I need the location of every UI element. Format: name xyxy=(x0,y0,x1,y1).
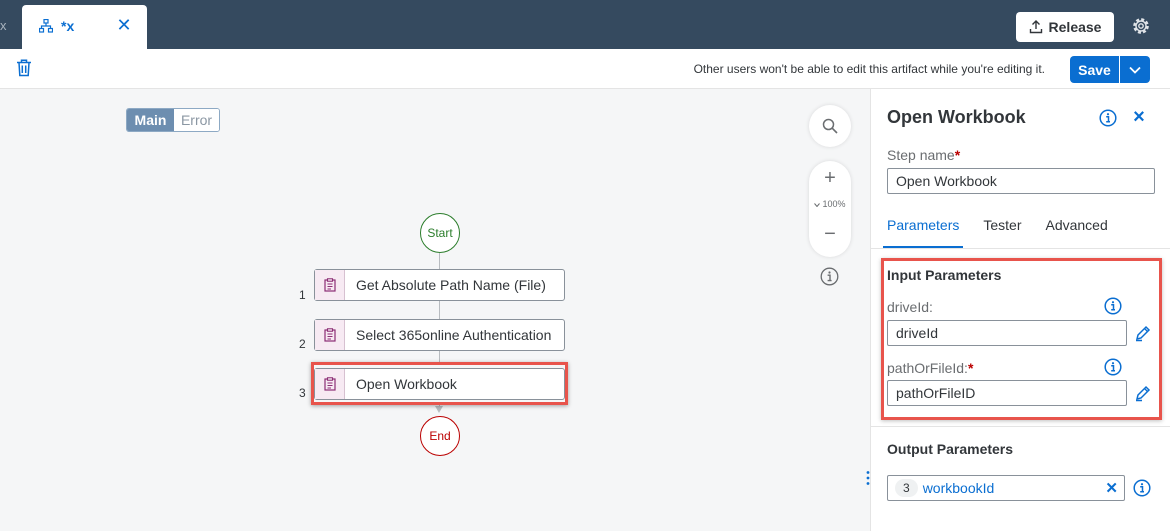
tab-active[interactable]: *x ✕ xyxy=(22,5,147,49)
step-name-label: Step name* xyxy=(887,147,961,163)
step-number: 3 xyxy=(299,386,306,400)
trash-icon[interactable] xyxy=(16,59,32,77)
step-badge: 3 xyxy=(895,479,918,497)
flow-arrow xyxy=(435,406,443,413)
edit-mapping-icon[interactable] xyxy=(1134,324,1152,342)
info-icon[interactable] xyxy=(1133,479,1151,497)
step-name-input[interactable] xyxy=(887,168,1155,194)
release-button[interactable]: Release xyxy=(1016,12,1114,42)
release-label: Release xyxy=(1048,19,1102,35)
tab-parameters[interactable]: Parameters xyxy=(882,217,964,249)
edit-mapping-icon[interactable] xyxy=(1134,384,1152,402)
remove-icon[interactable]: ✕ xyxy=(1105,479,1118,497)
tab-title: *x xyxy=(61,18,75,34)
info-icon[interactable] xyxy=(820,267,839,286)
end-node[interactable]: End xyxy=(420,416,460,456)
tab-tester[interactable]: Tester xyxy=(983,217,1021,249)
output-variable-link[interactable]: workbookId xyxy=(923,480,995,496)
flow-connector xyxy=(439,351,440,365)
zoom-control: + 100% − xyxy=(809,161,851,257)
save-button[interactable]: Save xyxy=(1070,56,1119,83)
close-icon[interactable]: ✕ xyxy=(115,16,133,34)
view-switch: Main Error xyxy=(126,108,220,132)
section-divider xyxy=(871,426,1170,427)
editor-toolbar: Other users won't be able to edit this a… xyxy=(0,49,1170,89)
flow-canvas[interactable]: Main Error + 100% − Start 1 Get Absolute… xyxy=(0,89,868,531)
step-label: Get Absolute Path Name (File) xyxy=(356,277,546,293)
input-parameters-title: Input Parameters xyxy=(887,267,1002,283)
start-node[interactable]: Start xyxy=(420,213,460,253)
info-icon[interactable] xyxy=(1104,358,1122,376)
close-icon[interactable]: × xyxy=(1130,107,1148,127)
flow-step-3[interactable]: Open Workbook xyxy=(314,368,565,400)
zoom-out-button[interactable]: − xyxy=(809,221,851,247)
drive-id-input[interactable] xyxy=(887,320,1127,346)
tabs-divider xyxy=(871,248,1170,249)
output-parameters-title: Output Parameters xyxy=(887,441,1014,457)
lock-message: Other users won't be able to edit this a… xyxy=(693,62,1045,76)
zoom-level-value: 100% xyxy=(822,199,846,209)
step-label: Select 365online Authentication xyxy=(356,327,552,343)
hierarchy-icon xyxy=(39,19,53,33)
view-tab-error[interactable]: Error xyxy=(174,109,219,131)
zoom-in-button[interactable]: + xyxy=(809,165,851,191)
step-properties-panel: Open Workbook × Step name* Parameters Te… xyxy=(870,89,1170,531)
param-label: driveId: xyxy=(887,299,933,315)
panel-tabs: Parameters Tester Advanced xyxy=(882,217,1132,249)
activity-icon xyxy=(315,320,345,350)
input-parameters-highlight: Input Parameters driveId: pathOrFileId:* xyxy=(881,258,1162,420)
path-or-file-id-input[interactable] xyxy=(887,380,1127,406)
flow-connector xyxy=(439,301,440,319)
shell-bar: x *x ✕ Release xyxy=(0,0,1170,49)
search-icon xyxy=(822,118,838,134)
step-label: Open Workbook xyxy=(356,376,457,392)
save-options-button[interactable] xyxy=(1120,56,1150,83)
canvas-search-button[interactable] xyxy=(809,105,851,147)
previous-tab-edge[interactable]: x xyxy=(0,18,7,33)
chevron-down-icon xyxy=(814,202,821,207)
output-token-field[interactable]: 3 workbookId ✕ xyxy=(887,475,1125,501)
flow-step-2[interactable]: Select 365online Authentication xyxy=(314,319,565,351)
flow-step-1[interactable]: Get Absolute Path Name (File) xyxy=(314,269,565,301)
step-number: 2 xyxy=(299,337,306,351)
zoom-level[interactable]: 100% xyxy=(809,199,851,209)
param-label: pathOrFileId:* xyxy=(887,360,974,376)
upload-icon xyxy=(1029,20,1042,34)
chevron-down-icon xyxy=(1129,66,1141,74)
tab-advanced[interactable]: Advanced xyxy=(1045,217,1107,249)
panel-title: Open Workbook xyxy=(887,107,1026,127)
gear-icon[interactable] xyxy=(1131,16,1151,36)
view-tab-main[interactable]: Main xyxy=(127,109,174,131)
step-number: 1 xyxy=(299,288,306,302)
activity-icon xyxy=(315,369,345,399)
info-icon[interactable] xyxy=(1104,297,1122,315)
activity-icon xyxy=(315,270,345,300)
info-icon[interactable] xyxy=(1099,109,1117,127)
flow-connector xyxy=(439,253,440,269)
